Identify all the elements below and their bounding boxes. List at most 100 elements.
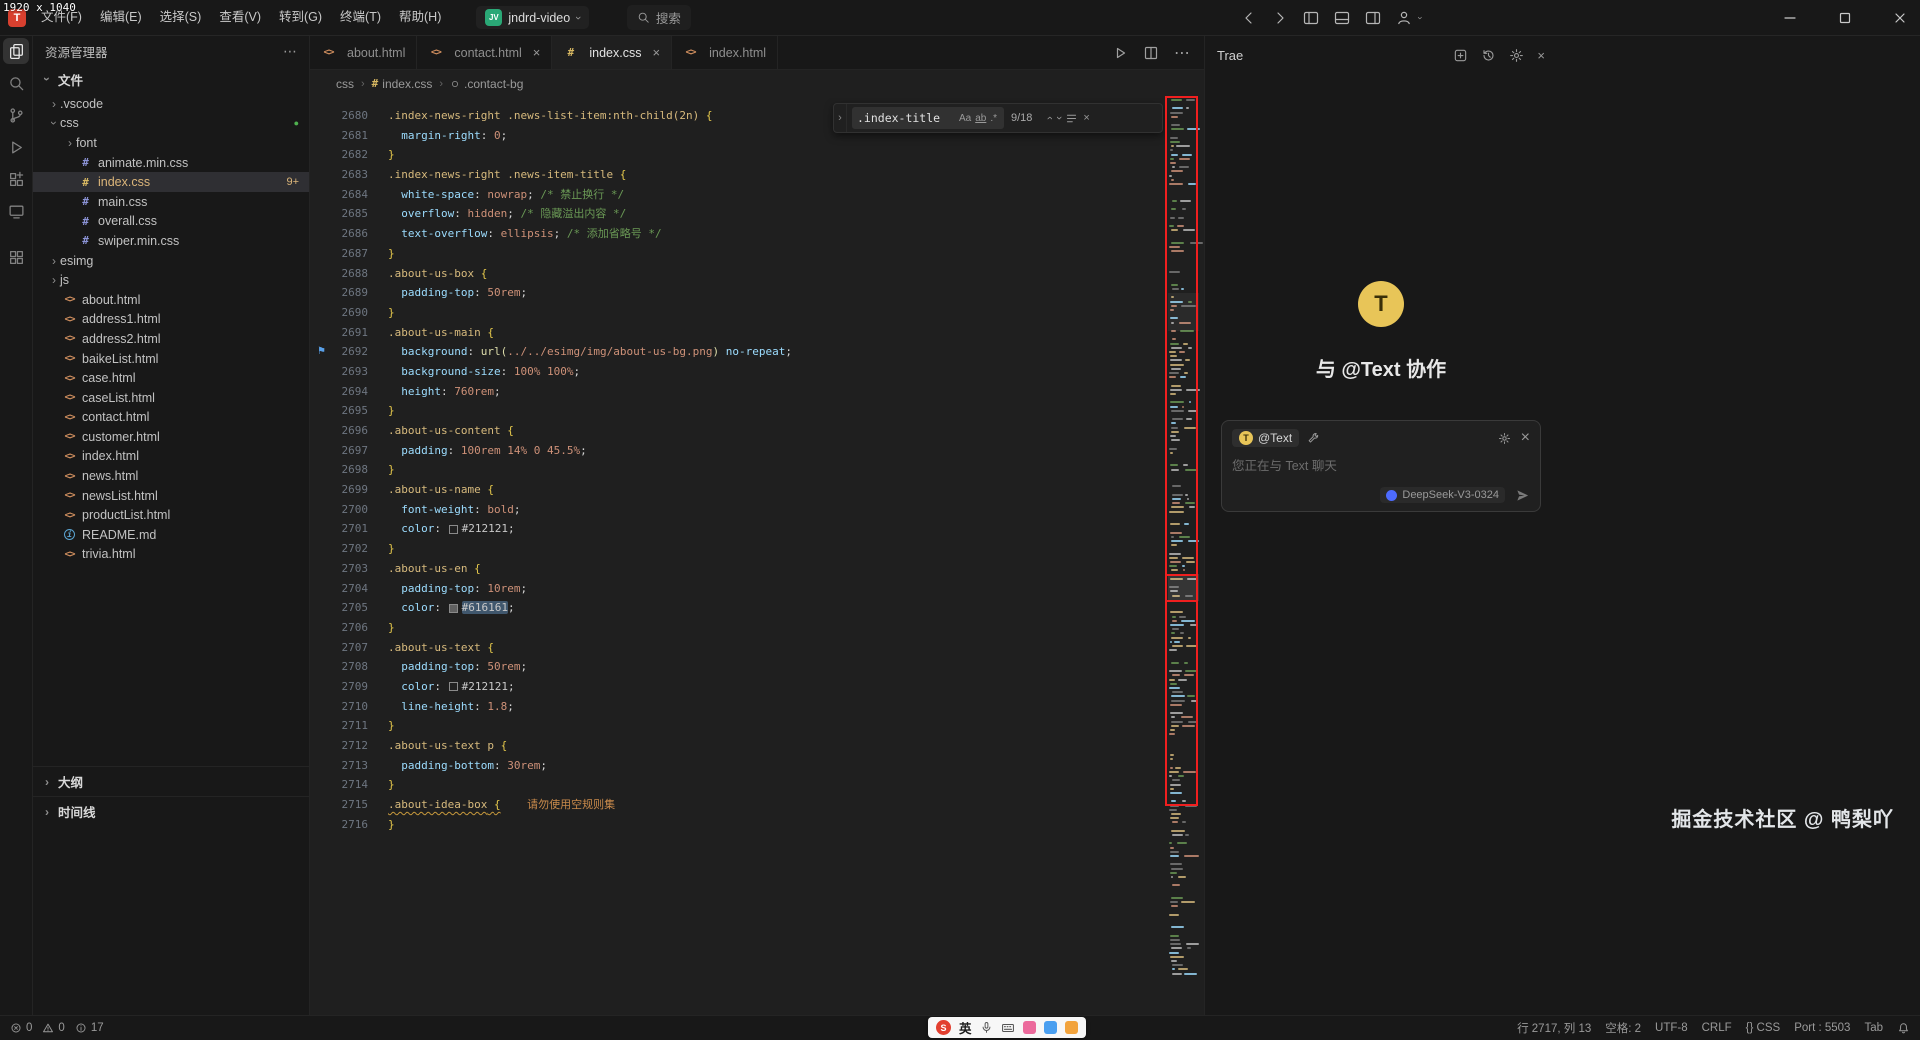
status-error-count[interactable]: 0 — [10, 1022, 32, 1034]
code-line-2702[interactable]: 2702} — [310, 539, 1204, 559]
activity-grid-icon[interactable] — [3, 244, 29, 270]
minimap-slider[interactable] — [1168, 574, 1199, 601]
history-icon[interactable] — [1481, 48, 1496, 63]
gear-icon[interactable] — [1509, 48, 1524, 63]
tree-item-contact.html[interactable]: <>contact.html — [33, 408, 309, 428]
find-next-icon[interactable]: › — [1053, 116, 1065, 120]
more-editor-actions-icon[interactable]: ⋯ — [1174, 43, 1190, 63]
code-line-2687[interactable]: 2687} — [310, 244, 1204, 264]
status-warning-count[interactable]: 0 — [42, 1022, 64, 1034]
code-line-2695[interactable]: 2695} — [310, 401, 1204, 421]
timeline-section-header[interactable]: › 时间线 — [33, 796, 309, 826]
tree-item-esimg[interactable]: ›esimg — [33, 251, 309, 271]
code-line-2683[interactable]: 2683.index-news-right .news-item-title { — [310, 165, 1204, 185]
tree-item-case.html[interactable]: <>case.html — [33, 368, 309, 388]
tree-item-address1.html[interactable]: <>address1.html — [33, 310, 309, 330]
breadcrumb-item-.contact-bg[interactable]: .contact-bg — [450, 77, 523, 91]
tree-item-customer.html[interactable]: <>customer.html — [33, 427, 309, 447]
tree-item-caseList.html[interactable]: <>caseList.html — [33, 388, 309, 408]
code-line-2714[interactable]: 2714} — [310, 775, 1204, 795]
outline-section-header[interactable]: › 大纲 — [33, 766, 309, 796]
tree-item-news.html[interactable]: <>news.html — [33, 466, 309, 486]
activity-scm-icon[interactable] — [3, 102, 29, 128]
activity-explorer-icon[interactable] — [3, 38, 29, 64]
status-indentation[interactable]: 空格: 2 — [1605, 1020, 1641, 1036]
tab-contact.html[interactable]: <>contact.html× — [417, 36, 552, 69]
status-encoding[interactable]: UTF-8 — [1655, 1022, 1688, 1034]
code-line-2715[interactable]: 2715.about-idea-box { 请勿使用空规则集 — [310, 795, 1204, 815]
tree-item-trivia.html[interactable]: <>trivia.html — [33, 545, 309, 565]
code-line-2701[interactable]: 2701 color: #212121; — [310, 519, 1204, 539]
code-line-2698[interactable]: 2698} — [310, 460, 1204, 480]
code-line-2697[interactable]: 2697 padding: 100rem 14% 0 45.5%; — [310, 441, 1204, 461]
code-line-2696[interactable]: 2696.about-us-content { — [310, 421, 1204, 441]
breadcrumb-item-index.css[interactable]: #index.css — [372, 77, 433, 91]
agent-chip[interactable]: T @Text — [1232, 429, 1299, 447]
code-line-2699[interactable]: 2699.about-us-name { — [310, 480, 1204, 500]
code-line-2712[interactable]: 2712.about-us-text p { — [310, 736, 1204, 756]
problems-indicators[interactable]: 00 17 — [10, 1022, 104, 1034]
minimize-button[interactable] — [1770, 0, 1810, 36]
code-line-2711[interactable]: 2711} — [310, 716, 1204, 736]
keyboard-icon[interactable] — [1001, 1021, 1015, 1035]
code-line-2692[interactable]: ⚑2692 background: url(../../esimg/img/ab… — [310, 342, 1204, 362]
tab-close-icon[interactable]: × — [652, 45, 660, 60]
tree-item-address2.html[interactable]: <>address2.html — [33, 329, 309, 349]
tab-close-icon[interactable]: × — [533, 45, 541, 60]
minimap[interactable] — [1168, 96, 1199, 1015]
toggle-sidebar-icon[interactable] — [1303, 10, 1319, 26]
code-line-2684[interactable]: 2684 white-space: nowrap; /* 禁止换行 */ — [310, 185, 1204, 205]
toggle-replace-icon[interactable]: › — [834, 104, 847, 132]
mic-icon[interactable] — [980, 1021, 993, 1034]
menu-编辑[interactable]: 编辑(E) — [91, 0, 151, 35]
navigate-back-icon[interactable] — [1241, 10, 1257, 26]
color-swatch[interactable] — [449, 682, 458, 691]
tree-item-font[interactable]: ›font — [33, 133, 309, 153]
code-line-2685[interactable]: 2685 overflow: hidden; /* 隐藏溢出内容 */ — [310, 204, 1204, 224]
color-swatch[interactable] — [449, 604, 458, 613]
code-line-2691[interactable]: 2691.about-us-main { — [310, 323, 1204, 343]
close-panel-icon[interactable]: × — [1537, 48, 1545, 63]
send-icon[interactable] — [1515, 488, 1530, 503]
tree-item-swiper.min.css[interactable]: #swiper.min.css — [33, 231, 309, 251]
find-in-selection-icon[interactable] — [1065, 112, 1078, 125]
ime-logo-icon[interactable]: S — [936, 1020, 951, 1035]
toggle-secondary-sidebar-icon[interactable] — [1365, 10, 1381, 26]
code-line-2690[interactable]: 2690} — [310, 303, 1204, 323]
tree-item-productList.html[interactable]: <>productList.html — [33, 505, 309, 525]
bell-icon[interactable] — [1897, 1022, 1910, 1035]
tools-icon[interactable] — [1307, 432, 1320, 445]
chat-input-placeholder[interactable]: 您正在与 Text 聊天 — [1232, 455, 1530, 474]
code-line-2708[interactable]: 2708 padding-top: 50rem; — [310, 657, 1204, 677]
tree-item-about.html[interactable]: <>about.html — [33, 290, 309, 310]
activity-search-icon[interactable] — [3, 70, 29, 96]
activity-debug-icon[interactable] — [3, 134, 29, 160]
code-line-2693[interactable]: 2693 background-size: 100% 100%; — [310, 362, 1204, 382]
account-icon[interactable] — [1396, 10, 1412, 26]
code-line-2688[interactable]: 2688.about-us-box { — [310, 264, 1204, 284]
tree-item-css[interactable]: ›css● — [33, 114, 309, 134]
tab-about.html[interactable]: <>about.html — [310, 36, 417, 69]
global-search-button[interactable]: 搜索 — [627, 5, 691, 30]
code-line-2694[interactable]: 2694 height: 760rem; — [310, 382, 1204, 402]
status-eol[interactable]: CRLF — [1702, 1022, 1732, 1034]
code-line-2706[interactable]: 2706} — [310, 618, 1204, 638]
tree-item-index.html[interactable]: <>index.html — [33, 447, 309, 467]
maximize-button[interactable] — [1825, 0, 1865, 36]
code-line-2713[interactable]: 2713 padding-bottom: 30rem; — [310, 756, 1204, 776]
toggle-panel-icon[interactable] — [1334, 10, 1350, 26]
menu-选择[interactable]: 选择(S) — [151, 0, 211, 35]
menu-帮助[interactable]: 帮助(H) — [390, 0, 450, 35]
files-section-header[interactable]: › 文件 — [33, 66, 309, 92]
tree-item-.vscode[interactable]: ›.vscode — [33, 94, 309, 114]
match-case-icon[interactable]: Aa — [957, 113, 973, 124]
tab-index.html[interactable]: <>index.html — [672, 36, 778, 69]
status-info-count[interactable]: 17 — [75, 1022, 104, 1034]
run-preview-icon[interactable] — [1112, 45, 1128, 61]
tree-item-newsList.html[interactable]: <>newsList.html — [33, 486, 309, 506]
code-line-2707[interactable]: 2707.about-us-text { — [310, 638, 1204, 658]
code-line-2686[interactable]: 2686 text-overflow: ellipsis; /* 添加省略号 *… — [310, 224, 1204, 244]
ime-language-toggle[interactable]: 英 — [959, 1018, 972, 1037]
code-line-2689[interactable]: 2689 padding-top: 50rem; — [310, 283, 1204, 303]
menu-查看[interactable]: 查看(V) — [210, 0, 270, 35]
